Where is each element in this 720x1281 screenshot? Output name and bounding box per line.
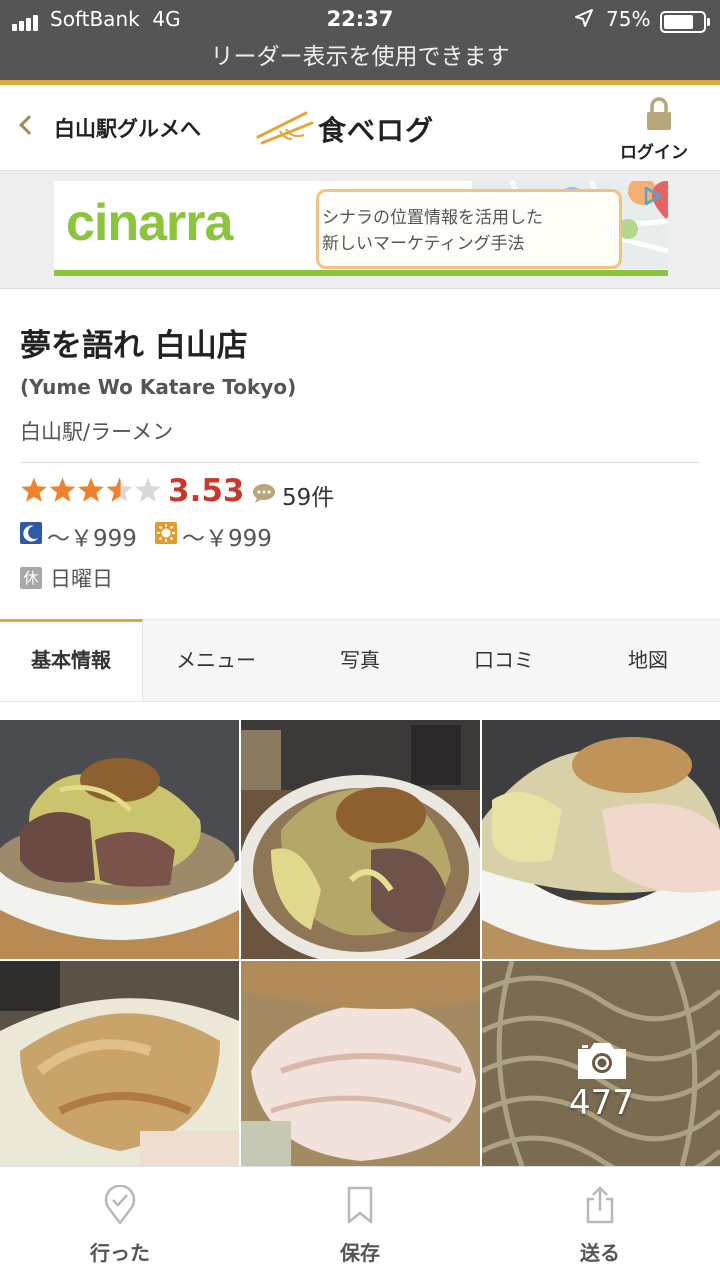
shop-name: 夢を語れ 白山店 xyxy=(20,328,248,364)
tab-basic-info[interactable]: 基本情報 xyxy=(0,619,143,701)
star-icon xyxy=(135,477,161,502)
star-icon xyxy=(106,477,133,502)
site-header: 白山駅グルメへ 食べログ ログイン xyxy=(0,85,720,171)
photo-ramen-5[interactable] xyxy=(241,961,480,1166)
dinner-price: ～￥999 xyxy=(47,526,137,552)
ad-container: cinarra シナラの位置情報を活用した 新しいマーケティング手法 xyxy=(0,171,720,289)
login-button[interactable]: ログイン xyxy=(620,138,688,163)
bottom-nav: 行った 保存 送る xyxy=(0,1166,720,1281)
rating-stars xyxy=(20,477,162,509)
battery-icon xyxy=(660,11,710,33)
photo-ramen-2[interactable] xyxy=(241,720,480,959)
star-icon xyxy=(21,477,47,502)
info-tabs: 基本情報 メニュー 写真 口コミ 地図 xyxy=(0,619,720,702)
ad-text-line1: シナラの位置情報を活用した xyxy=(322,208,543,228)
save-button[interactable]: 保存 xyxy=(240,1167,480,1281)
save-label: 保存 xyxy=(340,1241,380,1265)
bookmark-icon xyxy=(347,1186,373,1224)
tab-photos[interactable]: 写真 xyxy=(288,620,432,701)
battery-percent: 75% xyxy=(606,7,651,31)
shop-roman-name: (Yume Wo Katare Tokyo) xyxy=(20,375,297,399)
ad-brand-logo: cinarra xyxy=(66,194,233,252)
photo-ramen-1[interactable] xyxy=(0,720,239,959)
camera-icon xyxy=(574,1039,630,1085)
chevron-left-icon[interactable] xyxy=(19,115,39,135)
moon-icon xyxy=(20,522,42,544)
divider xyxy=(20,462,700,463)
ad-bottom-bar xyxy=(54,270,668,276)
photo-ramen-4[interactable] xyxy=(0,961,239,1166)
share-label: 送る xyxy=(580,1241,620,1265)
ad-banner[interactable]: cinarra シナラの位置情報を活用した 新しいマーケティング手法 xyxy=(54,181,668,276)
check-pin-icon xyxy=(104,1185,136,1225)
went-button[interactable]: 行った xyxy=(0,1167,240,1281)
went-label: 行った xyxy=(90,1241,150,1265)
sun-icon xyxy=(155,522,177,544)
reader-view-notice[interactable]: リーダー表示を使用できます xyxy=(0,37,720,71)
lock-icon[interactable] xyxy=(645,97,673,135)
back-link[interactable]: 白山駅グルメへ xyxy=(54,113,201,143)
holiday-badge: 休 xyxy=(20,567,42,589)
photo-ramen-3[interactable] xyxy=(482,720,720,959)
tab-map[interactable]: 地図 xyxy=(576,620,720,701)
ad-choices-icon[interactable] xyxy=(642,185,664,211)
holiday-text: 日曜日 xyxy=(50,567,113,591)
tab-reviews[interactable]: 口コミ xyxy=(432,620,576,701)
chopsticks-logo-icon xyxy=(256,111,314,149)
status-bar: SoftBank 4G 22:37 75% リーダー表示を使用できます xyxy=(0,0,720,80)
lunch-price: ～￥999 xyxy=(182,526,272,552)
photo-more[interactable]: 477 xyxy=(482,961,720,1166)
share-icon xyxy=(586,1186,614,1224)
star-icon xyxy=(78,477,104,502)
shop-station-genre: 白山駅/ラーメン xyxy=(20,420,174,444)
photo-count: 477 xyxy=(569,1083,634,1123)
photo-grid: 477 xyxy=(0,720,720,1166)
star-icon xyxy=(49,477,76,502)
share-button[interactable]: 送る xyxy=(480,1167,720,1281)
comment-icon xyxy=(252,483,276,507)
tab-menu[interactable]: メニュー xyxy=(144,620,288,701)
review-count[interactable]: 59件 xyxy=(282,478,334,512)
location-arrow-icon xyxy=(574,8,594,33)
ad-text-line2: 新しいマーケティング手法 xyxy=(322,234,525,254)
tabelog-logo[interactable]: 食べログ xyxy=(318,109,434,149)
rating-score: 3.53 xyxy=(168,473,245,509)
